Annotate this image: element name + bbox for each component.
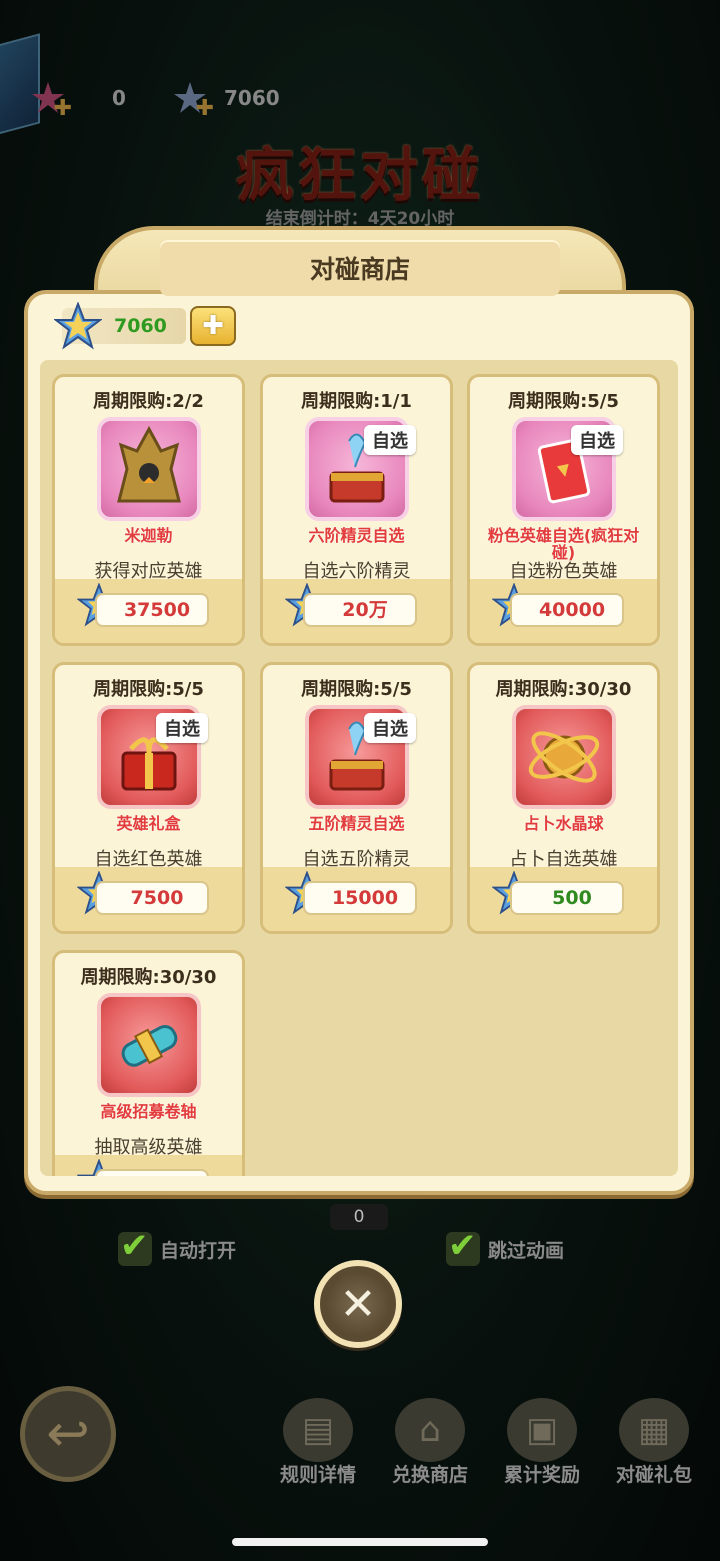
plus-icon: ✚ xyxy=(202,311,224,341)
package-icon: ▦ xyxy=(619,1398,689,1462)
item-price[interactable]: 20万 xyxy=(303,593,417,627)
crystal-plus-icon[interactable]: ✚ xyxy=(30,80,72,120)
shop-item-card[interactable]: 周期限购:1/1 自选 六阶精灵自选 自选六阶精灵 20万 xyxy=(260,374,453,646)
nav-cumulative-rewards[interactable]: ▣ 累计奖励 xyxy=(492,1398,592,1487)
add-currency-button[interactable]: ✚ xyxy=(190,306,236,346)
item-name: 占卜水晶球 xyxy=(523,814,604,833)
nav-exchange-shop[interactable]: ⌂ 兑换商店 xyxy=(380,1398,480,1487)
item-name: 高级招募卷轴 xyxy=(100,1102,197,1121)
item-limit: 周期限购:5/5 xyxy=(301,679,412,700)
nav-label: 累计奖励 xyxy=(503,1464,580,1486)
shop-item-card[interactable]: 周期限购:5/5 自选 英雄礼盒 自选红色英雄 7500 xyxy=(52,662,245,934)
skip-animation-toggle[interactable]: 跳过动画 xyxy=(446,1226,565,1266)
auto-open-toggle[interactable]: 自动打开 xyxy=(118,1226,237,1266)
back-button[interactable]: ↩ xyxy=(20,1386,116,1482)
home-indicator[interactable] xyxy=(232,1538,488,1546)
document-icon: ▤ xyxy=(283,1398,353,1462)
back-arrow-icon: ↩ xyxy=(46,1404,90,1464)
draw-counter: 0 xyxy=(330,1204,388,1230)
nav-gift-pack[interactable]: ▦ 对碰礼包 xyxy=(604,1398,704,1487)
nav-rules[interactable]: ▤ 规则详情 xyxy=(268,1398,368,1487)
resource-counter-1: ✚ 0 xyxy=(30,80,126,120)
item-price[interactable]: 7500 xyxy=(95,881,209,915)
shop-title: 对碰商店 xyxy=(309,255,410,284)
shop-icon: ⌂ xyxy=(395,1398,465,1462)
checkbox-icon[interactable] xyxy=(446,1226,480,1266)
item-name: 粉色英雄自选(疯狂对碰) xyxy=(487,526,640,562)
item-limit: 周期限购:1/1 xyxy=(301,391,412,412)
shop-item-grid[interactable]: 周期限购:2/2 米迦勒 获得对应英雄 37500 周期限购:1/1 自选 六阶… xyxy=(40,360,678,1176)
star-currency-icon xyxy=(54,302,102,350)
item-price[interactable]: 40000 xyxy=(510,593,624,627)
item-name: 米迦勒 xyxy=(124,526,173,545)
item-price[interactable]: 500 xyxy=(510,881,624,915)
crystal-ball-icon xyxy=(512,705,616,809)
self-select-tag: 自选 xyxy=(364,713,416,743)
nav-label: 兑换商店 xyxy=(391,1464,468,1486)
star-plus-icon[interactable]: ✚ xyxy=(172,80,214,120)
close-icon: ✕ xyxy=(339,1278,377,1330)
nav-label: 对碰礼包 xyxy=(615,1464,692,1486)
gift-icon: ▣ xyxy=(507,1398,577,1462)
shop-item-card[interactable]: 周期限购:30/30 高级招募卷轴 抽取高级英雄 xyxy=(52,950,245,1176)
shop-item-card[interactable]: 周期限购:2/2 米迦勒 获得对应英雄 37500 xyxy=(52,374,245,646)
self-select-tag: 自选 xyxy=(364,425,416,455)
currency-value: 7060 xyxy=(114,315,167,337)
item-name: 五阶精灵自选 xyxy=(308,814,405,833)
self-select-tag: 自选 xyxy=(571,425,623,455)
resource-2-value: 7060 xyxy=(224,86,280,110)
shop-item-card[interactable]: 周期限购:5/5 自选 粉色英雄自选(疯狂对碰) 自选粉色英雄 40000 xyxy=(467,374,660,646)
item-limit: 周期限购:30/30 xyxy=(495,679,632,700)
item-price[interactable]: 37500 xyxy=(95,593,209,627)
shop-item-card[interactable]: 周期限购:30/30 占卜水晶球 占卜自选英雄 500 xyxy=(467,662,660,934)
item-name: 六阶精灵自选 xyxy=(308,526,405,545)
shop-item-card[interactable]: 周期限购:5/5 自选 五阶精灵自选 自选五阶精灵 15000 xyxy=(260,662,453,934)
close-button[interactable]: ✕ xyxy=(314,1260,402,1348)
item-name: 英雄礼盒 xyxy=(116,814,181,833)
item-limit: 周期限购:5/5 xyxy=(93,679,204,700)
skip-animation-label: 跳过动画 xyxy=(488,1239,565,1262)
self-select-tag: 自选 xyxy=(156,713,208,743)
resource-1-value: 0 xyxy=(112,86,126,110)
item-limit: 周期限购:2/2 xyxy=(93,391,204,412)
shop-currency: 7060 ✚ xyxy=(54,302,236,350)
item-price[interactable]: 15000 xyxy=(303,881,417,915)
nav-label: 规则详情 xyxy=(279,1464,356,1486)
resource-counter-2: ✚ 7060 xyxy=(172,80,280,120)
event-title: 疯狂对碰 xyxy=(235,141,484,209)
item-limit: 周期限购:5/5 xyxy=(508,391,619,412)
item-price[interactable] xyxy=(95,1169,209,1176)
auto-open-label: 自动打开 xyxy=(160,1239,237,1262)
hero-portrait-icon xyxy=(97,417,201,521)
checkbox-icon[interactable] xyxy=(118,1226,152,1266)
scroll-icon xyxy=(97,993,201,1097)
item-limit: 周期限购:30/30 xyxy=(80,967,217,988)
